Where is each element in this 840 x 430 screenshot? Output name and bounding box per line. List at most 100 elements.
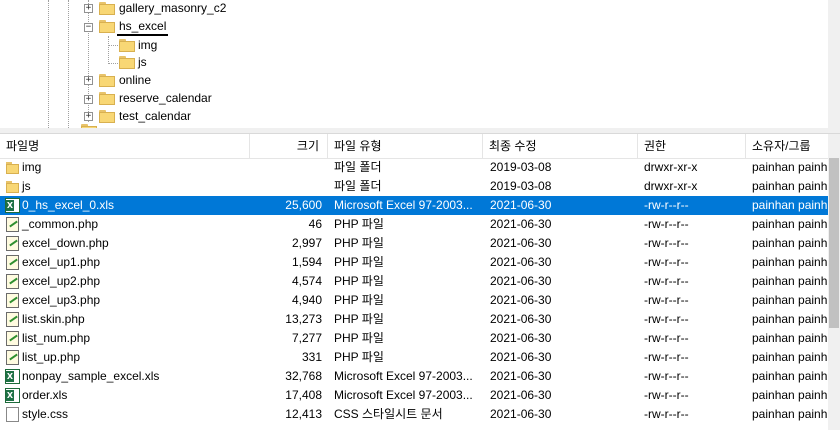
- file-name-cell[interactable]: excel_up1.php: [4, 253, 250, 272]
- file-type: PHP 파일: [334, 255, 384, 269]
- file-size: 4,940: [291, 293, 322, 307]
- file-row[interactable]: excel_up1.php 1,594 PHP 파일 2021-06-30 -rw-r-…: [0, 253, 828, 272]
- file-modified: 2021-06-30: [490, 198, 552, 212]
- file-name-cell[interactable]: js: [4, 177, 250, 196]
- file-permissions: -rw-r--r--: [644, 369, 689, 383]
- file-row[interactable]: excel_up3.php 4,940 PHP 파일 2021-06-30 -rw-r-…: [0, 291, 828, 310]
- file-owner: painhan painh: [752, 179, 828, 193]
- file-name-cell[interactable]: list.skin.php: [4, 310, 250, 329]
- tree-node-label[interactable]: js: [136, 54, 149, 70]
- file-name-cell[interactable]: list_num.php: [4, 329, 250, 348]
- expand-icon[interactable]: +: [84, 4, 93, 13]
- file-owner: painhan painh: [752, 388, 828, 402]
- column-header-modified[interactable]: 최종 수정: [483, 134, 638, 158]
- file-owner: painhan painh: [752, 331, 828, 345]
- file-row[interactable]: list_up.php 331 PHP 파일 2021-06-30 -rw-r--r--…: [0, 348, 828, 367]
- tree-guide-line: [48, 0, 49, 128]
- tree-node-label[interactable]: gallery_masonry_c2: [117, 0, 228, 16]
- excel-file-icon: [5, 198, 20, 213]
- file-row[interactable]: nonpay_sample_excel.xls 32,768 Microsoft E…: [0, 367, 828, 386]
- file-owner: painhan painh: [752, 217, 828, 231]
- file-name: img: [22, 160, 42, 174]
- expand-icon[interactable]: +: [84, 112, 93, 121]
- file-owner: painhan painh: [752, 274, 828, 288]
- file-name-cell[interactable]: _common.php: [4, 215, 250, 234]
- file-row[interactable]: js 파일 폴더 2019-03-08 drwxr-xr-x painhan painh: [0, 177, 828, 196]
- tree-guide-line: [108, 45, 118, 46]
- file-permissions: -rw-r--r--: [644, 274, 689, 288]
- file-permissions: -rw-r--r--: [644, 198, 689, 212]
- file-modified: 2021-06-30: [490, 217, 552, 231]
- file-modified: 2019-03-08: [490, 179, 552, 193]
- file-name-cell[interactable]: list_up.php: [4, 348, 250, 367]
- file-size: 32,768: [285, 369, 322, 383]
- file-owner: painhan painh: [752, 312, 828, 326]
- file-permissions: drwxr-xr-x: [644, 179, 698, 193]
- tree-node-label[interactable]: reserve_calendar: [117, 90, 214, 106]
- tree-node-label[interactable]: hs_excel: [117, 18, 169, 36]
- scrollbar-thumb[interactable]: [829, 158, 839, 328]
- file-size: 12,413: [285, 407, 322, 421]
- php-file-icon: [6, 274, 19, 289]
- file-name: excel_up2.php: [22, 274, 101, 288]
- file-type: PHP 파일: [334, 236, 384, 250]
- folder-icon: [99, 20, 115, 33]
- tree-scrollbar[interactable]: [828, 0, 840, 128]
- column-header-row: ^ 파일명 크기 파일 유형 최종 수정 권한 소유자/그룹: [0, 134, 828, 159]
- tree-guide-line: [108, 63, 118, 64]
- file-name: style.css: [22, 407, 69, 421]
- file-row[interactable]: style.css 12,413 CSS 스타일시트 문서 2021-06-30 -rw…: [0, 405, 828, 424]
- file-row[interactable]: excel_up2.php 4,574 PHP 파일 2021-06-30 -rw-r-…: [0, 272, 828, 291]
- tree-node-label[interactable]: online: [117, 72, 153, 88]
- file-type: Microsoft Excel 97-2003...: [334, 369, 473, 383]
- file-row[interactable]: order.xls 17,408 Microsoft Excel 97-2003..…: [0, 386, 828, 405]
- php-file-icon: [6, 350, 19, 365]
- file-name-cell[interactable]: img: [4, 158, 250, 177]
- file-owner: painhan painh: [752, 293, 828, 307]
- file-permissions: -rw-r--r--: [644, 407, 689, 421]
- file-type: PHP 파일: [334, 350, 384, 364]
- file-size: [250, 158, 322, 177]
- column-header-owner[interactable]: 소유자/그룹: [746, 134, 828, 158]
- file-name-cell[interactable]: order.xls: [4, 386, 250, 405]
- tree-node-label[interactable]: test_calendar: [117, 108, 193, 124]
- expand-icon[interactable]: +: [84, 76, 93, 85]
- file-modified: 2021-06-30: [490, 350, 552, 364]
- column-header-size[interactable]: 크기: [250, 134, 328, 158]
- column-header-type[interactable]: 파일 유형: [328, 134, 483, 158]
- tree-node-label[interactable]: img: [136, 37, 159, 53]
- expand-icon[interactable]: +: [84, 95, 93, 104]
- file-size: 7,277: [291, 331, 322, 345]
- file-name-cell[interactable]: excel_down.php: [4, 234, 250, 253]
- file-size: 2,997: [291, 236, 322, 250]
- file-row[interactable]: list.skin.php 13,273 PHP 파일 2021-06-30 -rw-r…: [0, 310, 828, 329]
- file-modified: 2021-06-30: [490, 369, 552, 383]
- file-name: js: [22, 179, 31, 193]
- file-name-cell[interactable]: 0_hs_excel_0.xls: [4, 196, 250, 215]
- file-owner: painhan painh: [752, 198, 828, 212]
- file-permissions: -rw-r--r--: [644, 217, 689, 231]
- column-header-filename[interactable]: 파일명: [0, 134, 250, 158]
- file-row[interactable]: 0_hs_excel_0.xls 25,600 Microsoft Excel 97…: [0, 196, 828, 215]
- file-row[interactable]: img 파일 폴더 2019-03-08 drwxr-xr-x painhan pain…: [0, 158, 828, 177]
- file-name-cell[interactable]: style.css: [4, 405, 250, 424]
- file-owner: painhan painh: [752, 369, 828, 383]
- file-list-scrollbar[interactable]: [828, 134, 840, 430]
- file-permissions: -rw-r--r--: [644, 388, 689, 402]
- column-header-permissions[interactable]: 권한: [638, 134, 746, 158]
- file-name-cell[interactable]: excel_up3.php: [4, 291, 250, 310]
- file-name-cell[interactable]: excel_up2.php: [4, 272, 250, 291]
- file-row[interactable]: excel_down.php 2,997 PHP 파일 2021-06-30 -rw-r…: [0, 234, 828, 253]
- php-file-icon: [6, 255, 19, 270]
- file-size: 17,408: [285, 388, 322, 402]
- file-row[interactable]: _common.php 46 PHP 파일 2021-06-30 -rw-r--r-- p…: [0, 215, 828, 234]
- php-file-icon: [6, 331, 19, 346]
- tree-guide-line: [68, 0, 69, 128]
- folder-icon: [119, 56, 135, 69]
- file-size: 331: [301, 350, 322, 364]
- file-size: 46: [308, 217, 322, 231]
- file-row[interactable]: list_num.php 7,277 PHP 파일 2021-06-30 -rw-r--…: [0, 329, 828, 348]
- file-type: PHP 파일: [334, 293, 384, 307]
- collapse-icon[interactable]: −: [84, 23, 93, 32]
- file-name-cell[interactable]: nonpay_sample_excel.xls: [4, 367, 250, 386]
